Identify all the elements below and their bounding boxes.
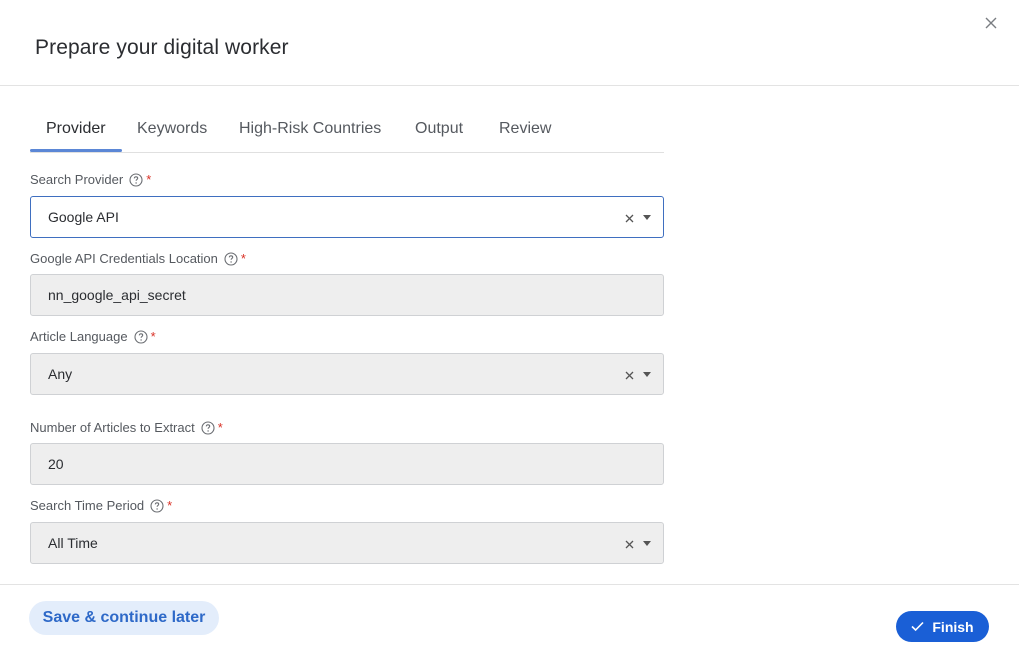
dialog-header: Prepare your digital worker <box>0 0 1019 86</box>
num-articles-label-text: Number of Articles to Extract <box>30 420 195 435</box>
check-icon <box>911 621 924 632</box>
num-articles-value: 20 <box>48 456 64 472</box>
num-articles-input[interactable]: 20 <box>30 443 664 485</box>
time-period-value: All Time <box>48 535 98 551</box>
help-circle-icon[interactable] <box>224 251 238 266</box>
close-icon[interactable] <box>982 14 1000 32</box>
dialog-footer: Save & continue later Finish <box>0 584 1019 658</box>
article-language-label: Article Language * <box>30 329 156 344</box>
num-articles-label: Number of Articles to Extract * <box>30 420 223 435</box>
tab-provider[interactable]: Provider <box>46 120 106 138</box>
help-circle-icon[interactable] <box>134 329 148 344</box>
article-language-select[interactable]: Any <box>30 353 664 395</box>
required-marker: * <box>240 251 246 266</box>
tab-bar: Provider Keywords High-Risk Countries Ou… <box>30 108 664 153</box>
credentials-location-value: nn_google_api_secret <box>48 287 186 303</box>
clear-icon[interactable] <box>624 537 635 549</box>
prepare-worker-dialog: Prepare your digital worker Provider Key… <box>0 0 1019 658</box>
search-provider-label: Search Provider * <box>30 172 151 187</box>
chevron-down-icon[interactable] <box>643 372 651 377</box>
tab-review[interactable]: Review <box>499 120 551 138</box>
time-period-select[interactable]: All Time <box>30 522 664 564</box>
article-language-value: Any <box>48 366 73 382</box>
required-marker: * <box>150 329 156 344</box>
article-language-label-text: Article Language <box>30 329 128 344</box>
required-marker: * <box>146 172 152 187</box>
help-circle-icon[interactable] <box>150 498 164 513</box>
required-marker: * <box>217 420 223 435</box>
chevron-down-icon[interactable] <box>643 541 651 546</box>
time-period-label-text: Search Time Period <box>30 498 145 513</box>
time-period-label: Search Time Period * <box>30 498 172 513</box>
finish-button[interactable]: Finish <box>896 611 989 642</box>
credentials-location-label: Google API Credentials Location * <box>30 251 246 266</box>
credentials-location-label-text: Google API Credentials Location <box>30 251 218 266</box>
required-marker: * <box>167 498 173 513</box>
tab-keywords[interactable]: Keywords <box>137 120 207 138</box>
tab-high-risk-countries[interactable]: High-Risk Countries <box>239 120 381 138</box>
search-provider-value: Google API <box>48 209 119 225</box>
finish-button-label: Finish <box>932 618 974 635</box>
active-tab-indicator <box>30 149 122 152</box>
credentials-location-input[interactable]: nn_google_api_secret <box>30 274 664 316</box>
clear-icon[interactable] <box>624 211 635 223</box>
help-circle-icon[interactable] <box>201 420 215 435</box>
tab-output[interactable]: Output <box>415 120 463 138</box>
help-circle-icon[interactable] <box>129 172 143 187</box>
search-provider-select[interactable]: Google API <box>30 196 664 238</box>
clear-icon[interactable] <box>624 368 635 380</box>
search-provider-label-text: Search Provider <box>30 172 124 187</box>
chevron-down-icon[interactable] <box>643 215 651 220</box>
dialog-title: Prepare your digital worker <box>35 36 289 59</box>
save-continue-later-button[interactable]: Save & continue later <box>29 601 219 635</box>
